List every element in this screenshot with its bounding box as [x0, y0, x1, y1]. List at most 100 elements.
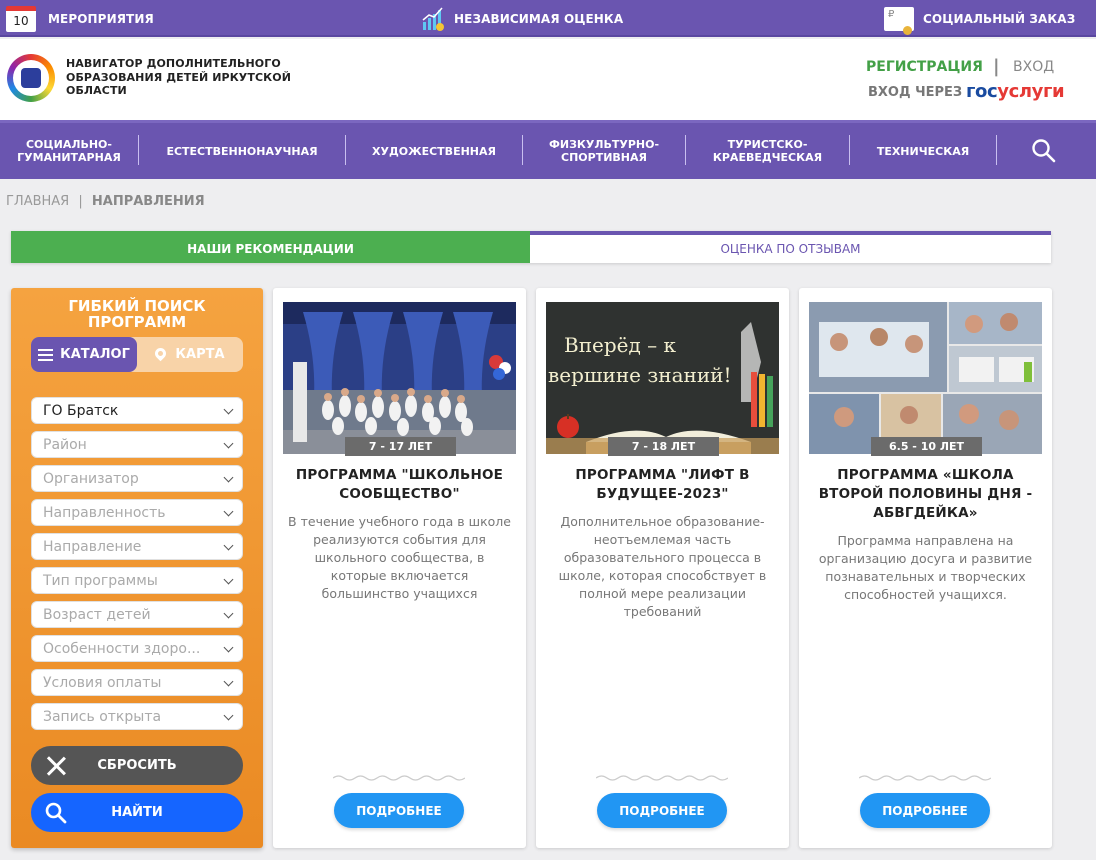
find-button[interactable]: НАЙТИ: [31, 793, 243, 832]
chevron-down-icon: [223, 404, 234, 415]
chevron-down-icon: [223, 574, 234, 585]
health-features-select[interactable]: Особенности здоро...: [31, 635, 243, 662]
nav-label: ХУДОЖЕСТВЕННАЯ: [372, 144, 496, 158]
municipality-select[interactable]: ГО Братск: [31, 397, 243, 424]
details-button[interactable]: ПОДРОБНЕЕ: [860, 793, 990, 828]
chevron-down-icon: [223, 676, 234, 687]
tab-reviews[interactable]: ОЦЕНКА ПО ОТЗЫВАМ: [530, 231, 1051, 263]
breadcrumb-current: НАПРАВЛЕНИЯ: [91, 194, 205, 209]
catalog-view-button[interactable]: КАТАЛОГ: [31, 337, 137, 372]
nav-item-tourism[interactable]: ТУРИСТСКО- КРАЕВЕДЧЕСКАЯ: [686, 123, 849, 179]
sort-tabs: НАШИ РЕКОМЕНДАЦИИ ОЦЕНКА ПО ОТЗЫВАМ: [11, 231, 1051, 263]
nav-item-technical[interactable]: ТЕХНИЧЕСКАЯ: [850, 123, 996, 179]
search-icon: [45, 802, 67, 824]
chevron-down-icon: [223, 642, 234, 653]
program-card[interactable]: 7 - 17 ЛЕТ ПРОГРАММА "ШКОЛЬНОЕ СООБЩЕСТВ…: [273, 288, 526, 848]
district-select[interactable]: Район: [31, 431, 243, 458]
social-order-link[interactable]: СОЦИАЛЬНЫЙ ЗАКАЗ: [884, 0, 1075, 37]
nav-item-art[interactable]: ХУДОЖЕСТВЕННАЯ: [346, 123, 522, 179]
certificate-icon: [884, 6, 914, 35]
auth-separator: |: [993, 56, 1000, 77]
children-collage-image: [809, 302, 1042, 454]
chevron-down-icon: [223, 472, 234, 483]
reset-button[interactable]: СБРОСИТЬ: [31, 746, 243, 785]
details-button[interactable]: ПОДРОБНЕЕ: [334, 793, 464, 828]
select-placeholder: Запись открыта: [43, 708, 162, 725]
social-order-label: СОЦИАЛЬНЫЙ ЗАКАЗ: [923, 11, 1076, 26]
nav-label: СОЦИАЛЬНО-: [25, 138, 112, 151]
map-view-button[interactable]: КАРТА: [137, 337, 243, 372]
nav-item-social-humanitarian[interactable]: СОЦИАЛЬНО- ГУМАНИТАРНАЯ: [0, 123, 138, 179]
tab-recommendations[interactable]: НАШИ РЕКОМЕНДАЦИИ: [11, 231, 530, 263]
bar-chart-icon: [422, 7, 444, 31]
nav-label: ЕСТЕСТВЕННОНАУЧНАЯ: [166, 144, 318, 158]
nav-label: СПОРТИВНАЯ: [561, 151, 647, 164]
events-label: МЕРОПРИЯТИЯ: [48, 11, 154, 26]
chevron-down-icon: [223, 438, 234, 449]
map-pin-icon: [153, 345, 169, 362]
program-card[interactable]: 6.5 - 10 ЛЕТ ПРОГРАММА «ШКОЛА ВТОРОЙ ПОЛ…: [799, 288, 1052, 848]
orientation-select[interactable]: Направленность: [31, 499, 243, 526]
child-age-select[interactable]: Возраст детей: [31, 601, 243, 628]
details-button[interactable]: ПОДРОБНЕЕ: [597, 793, 727, 828]
breadcrumb-separator: |: [78, 194, 83, 209]
wave-divider: [333, 775, 465, 781]
search-panel-title-line: ПРОГРАММ: [87, 313, 187, 331]
logo-emblem: [13, 60, 49, 96]
evaluation-label: НЕЗАВИСИМАЯ ОЦЕНКА: [454, 11, 624, 26]
login-via-label[interactable]: ВХОД ЧЕРЕЗ: [868, 85, 962, 100]
direction-select[interactable]: Направление: [31, 533, 243, 560]
main-navigation: СОЦИАЛЬНО- ГУМАНИТАРНАЯ ЕСТЕСТВЕННОНАУЧНА…: [0, 120, 1096, 179]
select-placeholder: Направление: [43, 538, 142, 555]
independent-evaluation-link[interactable]: НЕЗАВИСИМАЯ ОЦЕНКА: [422, 0, 623, 37]
search-icon[interactable]: [1030, 137, 1058, 165]
nav-label: ФИЗКУЛЬТУРНО-: [548, 138, 660, 151]
select-value: ГО Братск: [43, 402, 119, 419]
login-link[interactable]: ВХОД: [1013, 59, 1054, 75]
program-title[interactable]: ПРОГРАММА «ШКОЛА ВТОРОЙ ПОЛОВИНЫ ДНЯ - А…: [813, 466, 1038, 523]
nav-item-sports[interactable]: ФИЗКУЛЬТУРНО- СПОРТИВНАЯ: [523, 123, 685, 179]
register-link[interactable]: РЕГИСТРАЦИЯ: [866, 59, 983, 75]
program-card[interactable]: Вперёд – к вершине знаний! 7 - 18 ЛЕТ ПР…: [536, 288, 789, 848]
wave-divider: [596, 775, 728, 781]
chevron-down-icon: [223, 608, 234, 619]
gosuslugi-part1: гос: [966, 81, 998, 102]
wave-divider: [859, 775, 991, 781]
program-photo[interactable]: [809, 302, 1042, 454]
select-placeholder: Тип программы: [43, 572, 158, 589]
program-photo[interactable]: [283, 302, 516, 454]
program-description: Дополнительное образование- неотъемлемая…: [558, 514, 767, 619]
nav-label: ТУРИСТСКО-: [727, 138, 808, 151]
events-link[interactable]: 10 МЕРОПРИЯТИЯ: [6, 0, 154, 37]
select-placeholder: Направленность: [43, 504, 166, 521]
map-label: КАРТА: [175, 347, 225, 362]
age-badge: 6.5 - 10 ЛЕТ: [871, 437, 982, 456]
breadcrumb-home[interactable]: ГЛАВНАЯ: [6, 194, 69, 209]
close-icon: [45, 755, 67, 777]
nav-item-natural-science[interactable]: ЕСТЕСТВЕННОНАУЧНАЯ: [139, 123, 345, 179]
navigator-logo[interactable]: [7, 54, 55, 102]
select-placeholder: Особенности здоро...: [43, 640, 201, 657]
list-icon: [38, 348, 54, 361]
program-description: Программа направлена на организацию досу…: [818, 533, 1033, 602]
gosuslugi-logo[interactable]: госуслуги: [966, 81, 1065, 102]
calendar-day: 10: [13, 14, 29, 28]
enrollment-open-select[interactable]: Запись открыта: [31, 703, 243, 730]
site-title[interactable]: НАВИГАТОР ДОПОЛНИТЕЛЬНОГО ОБРАЗОВАНИЯ ДЕ…: [66, 57, 306, 98]
program-type-select[interactable]: Тип программы: [31, 567, 243, 594]
payment-terms-select[interactable]: Условия оплаты: [31, 669, 243, 696]
select-placeholder: Район: [43, 436, 87, 453]
top-strip: 10 МЕРОПРИЯТИЯ НЕЗАВИСИМАЯ ОЦЕНКА СОЦИАЛ…: [0, 0, 1096, 37]
chevron-down-icon: [223, 506, 234, 517]
program-photo[interactable]: Вперёд – к вершине знаний!: [546, 302, 779, 454]
select-placeholder: Возраст детей: [43, 606, 151, 623]
banner-text-line2: вершине знаний!: [548, 363, 732, 387]
program-title[interactable]: ПРОГРАММА "ШКОЛЬНОЕ СООБЩЕСТВО": [287, 466, 512, 504]
nav-label: ТЕХНИЧЕСКАЯ: [876, 144, 970, 158]
find-label: НАЙТИ: [111, 805, 163, 820]
view-toggle: КАТАЛОГ КАРТА: [31, 337, 243, 372]
program-title[interactable]: ПРОГРАММА "ЛИФТ В БУДУЩЕЕ-2023": [550, 466, 775, 504]
chevron-down-icon: [223, 710, 234, 721]
organizer-select[interactable]: Организатор: [31, 465, 243, 492]
gosuslugi-part2: услуги: [997, 81, 1065, 102]
